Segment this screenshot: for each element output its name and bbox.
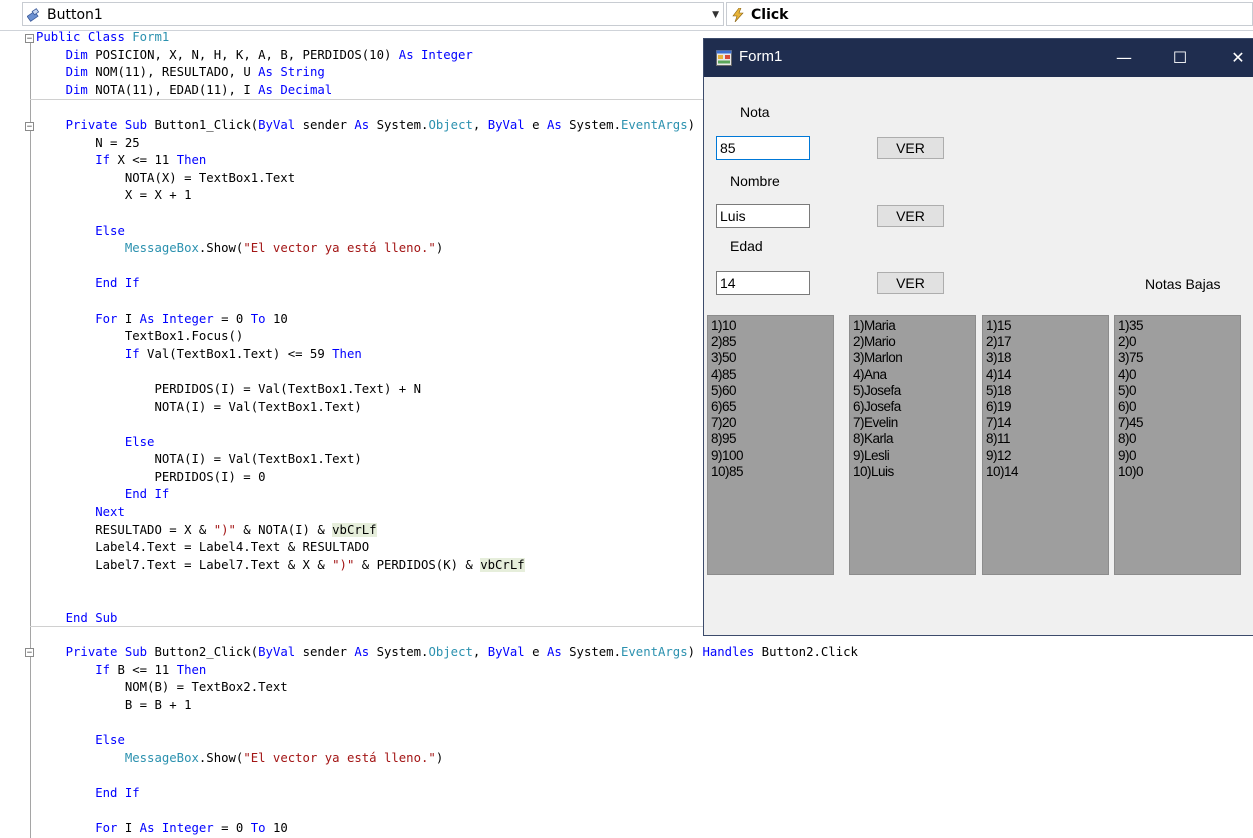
object-selector-dropdown[interactable]: Button1 ▼ xyxy=(22,2,724,26)
maximize-button[interactable]: ☐ xyxy=(1157,39,1203,77)
code-line[interactable]: If B <= 11 Then xyxy=(36,663,206,677)
code-line[interactable]: N = 25 xyxy=(36,136,139,150)
lightning-icon xyxy=(732,8,744,22)
edades-list-text: 1)15 2)17 3)18 4)14 5)18 6)19 7)14 8)11 … xyxy=(986,318,1019,479)
outline-gutter xyxy=(30,36,31,838)
code-line[interactable]: NOTA(X) = TextBox1.Text xyxy=(36,171,295,185)
code-line[interactable]: End Sub xyxy=(36,611,118,625)
code-line[interactable]: Else xyxy=(36,435,155,449)
ver-nota-button[interactable]: VER xyxy=(877,137,944,159)
code-line[interactable]: If X <= 11 Then xyxy=(36,153,206,167)
object-selector-value: Button1 xyxy=(47,7,103,23)
code-line[interactable]: NOTA(I) = Val(TextBox1.Text) xyxy=(36,452,361,466)
event-selector-dropdown[interactable]: Click xyxy=(726,2,1253,26)
code-block-button2-click: Private Sub Button2_Click(ByVal sender A… xyxy=(36,644,858,838)
form1-window: Form1 — ☐ ✕ Nota 85 VER Nombre Luis VER … xyxy=(703,38,1253,636)
nombres-list-label: 1)Maria 2)Mario 3)Marlon 4)Ana 5)Josefa … xyxy=(849,315,976,575)
notas-bajas-list-text: 1)35 2)0 3)75 4)0 5)0 6)0 7)45 8)0 9)0 1… xyxy=(1118,318,1144,479)
code-line[interactable]: PERDIDOS(I) = 0 xyxy=(36,470,265,484)
nombres-list-text: 1)Maria 2)Mario 3)Marlon 4)Ana 5)Josefa … xyxy=(853,318,903,479)
notas-list-text: 1)10 2)85 3)50 4)85 5)60 6)65 7)20 8)95 … xyxy=(711,318,744,479)
close-button[interactable]: ✕ xyxy=(1215,39,1253,77)
ver-nombre-button[interactable]: VER xyxy=(877,205,944,227)
code-line[interactable]: X = X + 1 xyxy=(36,188,192,202)
code-line[interactable]: Label4.Text = Label4.Text & RESULTADO xyxy=(36,540,369,554)
collapse-icon[interactable]: − xyxy=(25,34,34,44)
code-line[interactable]: TextBox1.Focus() xyxy=(36,329,243,343)
code-line[interactable]: End If xyxy=(36,276,139,290)
code-line[interactable]: Dim POSICION, X, N, H, K, A, B, PERDIDOS… xyxy=(36,48,473,62)
code-line[interactable]: Private Sub Button2_Click(ByVal sender A… xyxy=(36,645,858,659)
collapse-icon[interactable]: − xyxy=(25,122,34,132)
event-selector-value: Click xyxy=(751,7,789,23)
code-line[interactable]: NOM(B) = TextBox2.Text xyxy=(36,680,288,694)
ver-edad-button[interactable]: VER xyxy=(877,272,944,294)
code-line[interactable]: Public Class Form1 xyxy=(36,30,169,44)
label-notas-bajas: Notas Bajas xyxy=(1145,276,1221,292)
code-line[interactable]: NOTA(I) = Val(TextBox1.Text) xyxy=(36,400,361,414)
code-line[interactable]: End If xyxy=(36,786,139,800)
app-icon xyxy=(716,50,732,66)
label-nombre: Nombre xyxy=(730,173,780,189)
code-block-declarations: Public Class Form1 Dim POSICION, X, N, H… xyxy=(36,29,473,99)
code-navigation-bar: Button1 ▼ Click xyxy=(0,0,1253,31)
code-line[interactable]: MessageBox.Show("El vector ya está lleno… xyxy=(36,751,443,765)
window-title: Form1 xyxy=(739,48,783,65)
notas-bajas-list-label: 1)35 2)0 3)75 4)0 5)0 6)0 7)45 8)0 9)0 1… xyxy=(1114,315,1241,575)
code-line[interactable]: End If xyxy=(36,487,169,501)
code-line[interactable]: B = B + 1 xyxy=(36,698,192,712)
minimize-button[interactable]: — xyxy=(1101,39,1147,77)
collapse-icon[interactable]: − xyxy=(25,648,34,658)
code-line[interactable]: Else xyxy=(36,733,125,747)
notas-list-label: 1)10 2)85 3)50 4)85 5)60 6)65 7)20 8)95 … xyxy=(707,315,834,575)
code-line[interactable]: Dim NOTA(11), EDAD(11), I As Decimal xyxy=(36,83,333,97)
code-line[interactable]: For I As Integer = 0 To 10 xyxy=(36,821,288,835)
code-line[interactable]: For I As Integer = 0 To 10 xyxy=(36,312,288,326)
label-nota: Nota xyxy=(740,104,770,120)
code-line[interactable]: PERDIDOS(I) = Val(TextBox1.Text) + N xyxy=(36,382,421,396)
textbox-nombre[interactable]: Luis xyxy=(716,204,810,228)
label-edad: Edad xyxy=(730,238,763,254)
code-line[interactable]: Label7.Text = Label7.Text & X & ")" & PE… xyxy=(36,557,525,572)
code-line[interactable]: If Val(TextBox1.Text) <= 59 Then xyxy=(36,347,362,361)
code-line[interactable]: RESULTADO = X & ")" & NOTA(I) & vbCrLf xyxy=(36,522,377,537)
textbox-nota[interactable]: 85 xyxy=(716,136,810,160)
chevron-down-icon: ▼ xyxy=(712,10,719,20)
textbox-edad[interactable]: 14 xyxy=(716,271,810,295)
control-icon xyxy=(27,8,40,22)
code-line[interactable]: Dim NOM(11), RESULTADO, U As String xyxy=(36,65,325,79)
code-line[interactable]: Else xyxy=(36,224,125,238)
title-bar[interactable]: Form1 — ☐ ✕ xyxy=(704,39,1253,77)
code-line[interactable]: MessageBox.Show("El vector ya está lleno… xyxy=(36,241,443,255)
edades-list-label: 1)15 2)17 3)18 4)14 5)18 6)19 7)14 8)11 … xyxy=(982,315,1109,575)
code-line[interactable]: Next xyxy=(36,505,125,519)
